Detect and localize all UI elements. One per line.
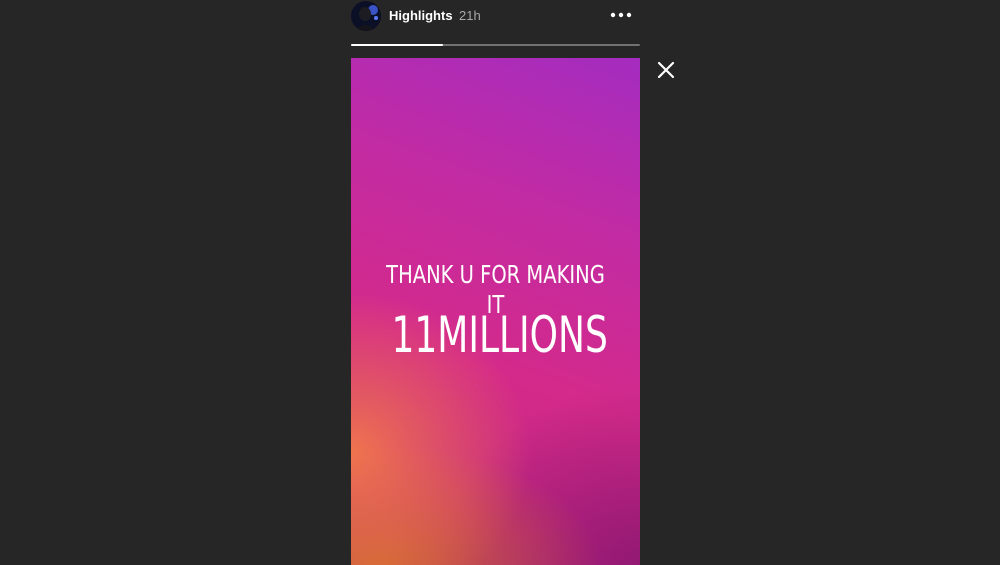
story-header: Highlights 21h: [351, 0, 640, 34]
story-username[interactable]: Highlights: [389, 8, 453, 24]
avatar-image: [351, 1, 381, 31]
profile-avatar-icon[interactable]: [351, 1, 381, 31]
more-options-icon[interactable]: [609, 5, 633, 25]
story-progress-bar: [351, 44, 640, 46]
story-caption-line-two: 11MILLIONS: [391, 306, 608, 364]
story-viewer: Highlights 21h THANK U FOR MAKING IT 11M…: [0, 0, 1000, 565]
story-progress-fill: [351, 44, 444, 46]
story-timestamp: 21h: [459, 8, 481, 23]
close-icon[interactable]: [654, 58, 678, 82]
story-media[interactable]: THANK U FOR MAKING IT 11MILLIONS: [351, 58, 640, 565]
